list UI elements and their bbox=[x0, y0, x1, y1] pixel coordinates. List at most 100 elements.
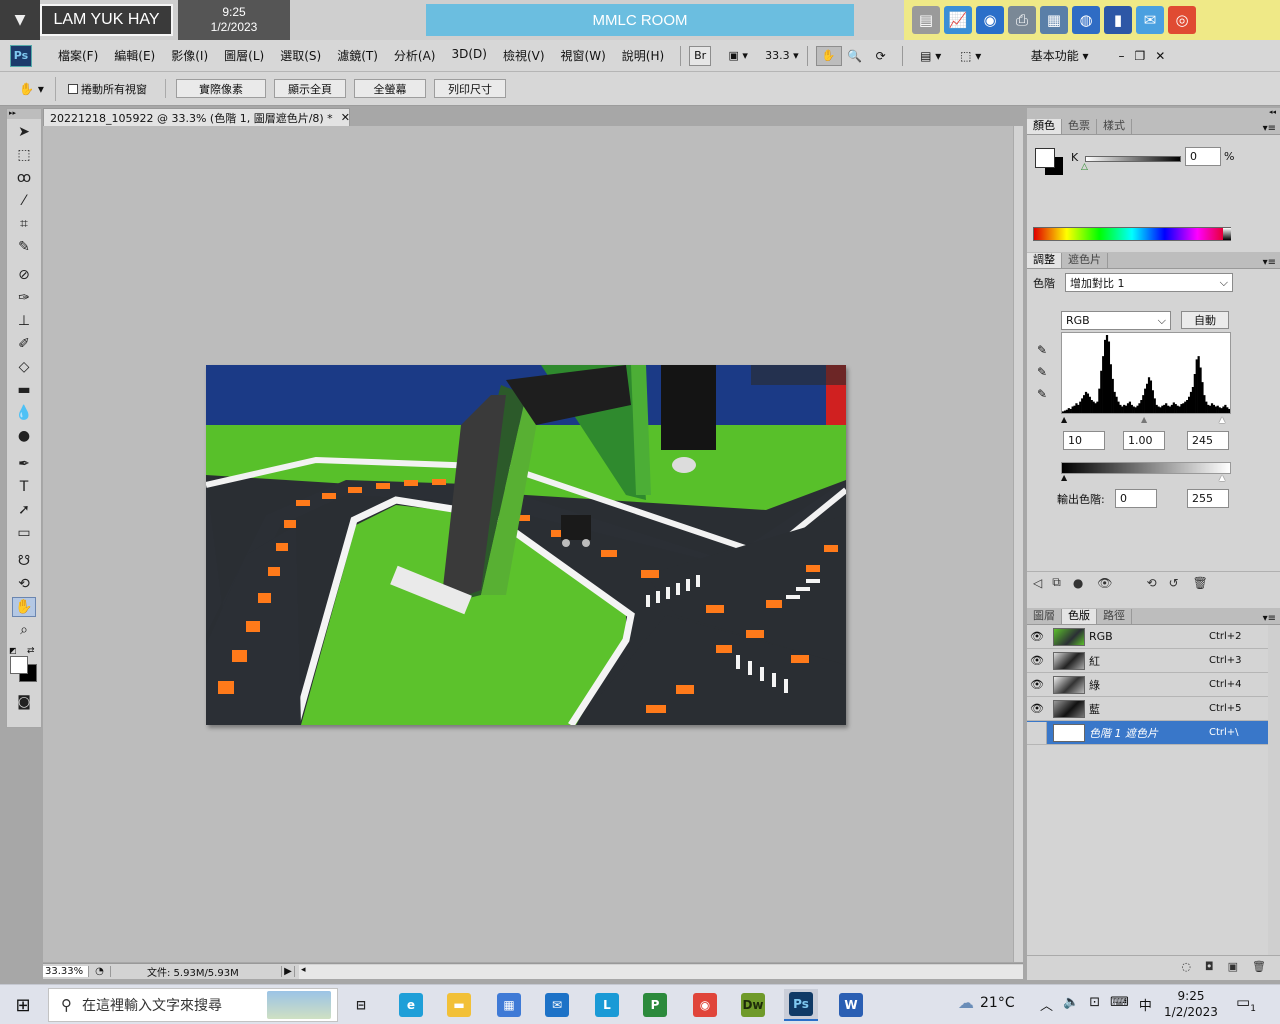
eye-icon[interactable]: 👁 bbox=[1027, 650, 1047, 672]
history-brush-tool-icon[interactable]: ✐ bbox=[12, 334, 36, 354]
channel-row[interactable]: 色階 1 遮色片 Ctrl+\ bbox=[1027, 721, 1268, 745]
reset-icon[interactable]: ↺ bbox=[1169, 576, 1179, 590]
blur-tool-icon[interactable]: 💧 bbox=[12, 403, 36, 423]
clone-stamp-tool-icon[interactable]: ⊥ bbox=[12, 311, 36, 331]
k-value-field[interactable]: 0 bbox=[1185, 147, 1221, 166]
input-slider[interactable]: ▲ ▲ ▲ bbox=[1061, 415, 1231, 424]
gradient-tool-icon[interactable]: ▬ bbox=[12, 380, 36, 400]
path-selection-tool-icon[interactable]: ➚ bbox=[12, 500, 36, 520]
menu-item-4[interactable]: 選取(S) bbox=[272, 47, 329, 64]
new-channel-icon[interactable]: ▣ bbox=[1228, 960, 1238, 973]
menu-item-2[interactable]: 影像(I) bbox=[163, 47, 216, 64]
input-gamma-field[interactable]: 1.00 bbox=[1123, 431, 1165, 450]
book-icon[interactable]: ▮ bbox=[1104, 6, 1132, 34]
channel-row[interactable]: 👁 綠 Ctrl+4 bbox=[1027, 673, 1268, 697]
auto-button[interactable]: 自動 bbox=[1181, 311, 1229, 329]
file-explorer-icon[interactable]: ▬ bbox=[442, 989, 476, 1021]
view-button-3[interactable]: 列印尺寸 bbox=[434, 79, 506, 98]
menu-item-1[interactable]: 編輯(E) bbox=[106, 47, 163, 64]
arrange-documents-button[interactable]: ▤ ▾ bbox=[911, 49, 951, 63]
tray-chevron-icon[interactable]: ︿ bbox=[1040, 995, 1053, 1014]
keyboard-icon[interactable]: ⌨ bbox=[1110, 995, 1129, 1014]
eraser-tool-icon[interactable]: ◇ bbox=[12, 357, 36, 377]
crop-tool-icon[interactable]: ⌗ bbox=[12, 214, 36, 234]
output-slider[interactable]: ▲ ▲ bbox=[1061, 473, 1231, 482]
vertical-scrollbar[interactable] bbox=[1013, 126, 1023, 962]
color-tabs-tab-1[interactable]: 色票 bbox=[1062, 119, 1097, 134]
panel-menu-icon[interactable]: ▾≡ bbox=[1263, 257, 1280, 268]
foreground-swatch[interactable] bbox=[1035, 148, 1055, 168]
quick-mask-icon[interactable]: ◙ bbox=[12, 692, 36, 712]
zoom-select[interactable]: 33.3 ▾ bbox=[765, 49, 799, 62]
lifebuoy-icon[interactable]: ◎ bbox=[1168, 6, 1196, 34]
3d-orbit-tool-icon[interactable]: ⟲ bbox=[12, 574, 36, 594]
globe-icon[interactable]: ◍ bbox=[1072, 6, 1100, 34]
menu-item-3[interactable]: 圖層(L) bbox=[216, 47, 272, 64]
chrome-icon[interactable]: ◉ bbox=[688, 989, 722, 1021]
channel-dropdown[interactable]: RGB ⌵ bbox=[1061, 311, 1171, 330]
status-options-icon[interactable]: ◔ bbox=[89, 966, 111, 977]
menu-item-0[interactable]: 檔案(F) bbox=[50, 47, 106, 64]
hand-tool-button[interactable]: ✋ bbox=[815, 45, 842, 66]
notification-center-icon[interactable]: ▭1 bbox=[1236, 993, 1256, 1014]
menu-item-5[interactable]: 濾鏡(T) bbox=[329, 47, 386, 64]
eye-icon[interactable]: 👁 bbox=[1027, 674, 1047, 696]
save-selection-icon[interactable]: ◘ bbox=[1205, 960, 1214, 973]
zoom-readout[interactable]: 33.33% bbox=[43, 966, 89, 977]
white-point-eyedropper-icon[interactable]: ✎ bbox=[1037, 383, 1047, 405]
rotate-view-button[interactable]: ⟳ bbox=[868, 49, 894, 63]
black-point-eyedropper-icon[interactable]: ✎ bbox=[1037, 339, 1047, 361]
l-app-icon[interactable]: L bbox=[590, 989, 624, 1021]
menu-item-10[interactable]: 說明(H) bbox=[614, 47, 672, 64]
layers-tabs-tab-2[interactable]: 路徑 bbox=[1097, 609, 1132, 624]
white-output-handle-icon[interactable]: ▲ bbox=[1219, 473, 1225, 482]
screen-mode-menu[interactable]: ⬚ ▾ bbox=[951, 49, 991, 63]
foreground-color-swatch[interactable] bbox=[10, 656, 28, 674]
eye-icon[interactable]: 👁 bbox=[1027, 698, 1047, 720]
taskbar-search-box[interactable]: ⚲ 在這裡輸入文字來搜尋 bbox=[48, 988, 338, 1022]
hidden-eye-box[interactable] bbox=[1027, 721, 1047, 744]
output-white-field[interactable]: 255 bbox=[1187, 489, 1229, 508]
weather-widget[interactable]: ☁ 21°C bbox=[958, 993, 1015, 1012]
mail-icon[interactable]: ✉ bbox=[540, 989, 574, 1021]
layers-tabs-tab-0[interactable]: 圖層 bbox=[1027, 609, 1062, 624]
3d-rotate-tool-icon[interactable]: ☋ bbox=[12, 551, 36, 571]
menu-item-6[interactable]: 分析(A) bbox=[386, 47, 444, 64]
expand-view-icon[interactable]: ⧉ bbox=[1052, 575, 1061, 590]
gray-point-eyedropper-icon[interactable]: ✎ bbox=[1037, 361, 1047, 383]
k-slider[interactable] bbox=[1085, 156, 1181, 162]
workspace-switcher[interactable]: 基本功能 ▾ bbox=[1031, 47, 1089, 64]
document-image[interactable] bbox=[205, 365, 851, 727]
color-spectrum-bar[interactable] bbox=[1033, 227, 1231, 241]
menu-item-7[interactable]: 3D(D) bbox=[443, 47, 494, 64]
dreamweaver-icon[interactable]: Dw bbox=[736, 989, 770, 1021]
scroll-all-checkbox[interactable] bbox=[68, 83, 78, 94]
eyedropper-tool-icon[interactable]: ✎ bbox=[12, 237, 36, 257]
back-arrow-icon[interactable]: ◁ bbox=[1033, 576, 1042, 590]
dock-collapse-icon[interactable]: ◂◂ bbox=[1027, 108, 1280, 118]
task-view-icon[interactable]: ⊟ bbox=[344, 989, 378, 1021]
input-white-field[interactable]: 245 bbox=[1187, 431, 1229, 450]
shape-tool-icon[interactable]: ▭ bbox=[12, 523, 36, 543]
zoom-tool-button[interactable]: 🔍 bbox=[842, 49, 868, 63]
color-tabs-tab-2[interactable]: 樣式 bbox=[1097, 119, 1132, 134]
chart-icon[interactable]: 📈 bbox=[944, 6, 972, 34]
eye-icon[interactable]: 👁 bbox=[1027, 626, 1047, 648]
brush-tool-icon[interactable]: ✑ bbox=[12, 288, 36, 308]
windows-start-icon[interactable]: ⊞ bbox=[6, 989, 40, 1021]
window-icon[interactable]: ▦ bbox=[1040, 6, 1068, 34]
black-input-handle-icon[interactable]: ▲ bbox=[1061, 415, 1067, 424]
visibility-toggle-icon[interactable]: 👁 bbox=[1097, 576, 1112, 590]
delete-adjustment-icon[interactable]: 🗑 bbox=[1193, 576, 1208, 590]
marquee-tool-icon[interactable]: ⬚ bbox=[12, 145, 36, 165]
input-black-field[interactable]: 10 bbox=[1063, 431, 1105, 450]
bridge-button[interactable]: Br bbox=[689, 45, 712, 66]
view-button-0[interactable]: 實際像素 bbox=[176, 79, 266, 98]
preset-dropdown[interactable]: 增加對比 1 ⌵ bbox=[1065, 273, 1233, 292]
photoshop-icon[interactable]: Ps bbox=[784, 989, 818, 1021]
k-slider-handle-icon[interactable]: △ bbox=[1081, 162, 1088, 172]
disc-icon[interactable]: ◉ bbox=[976, 6, 1004, 34]
menu-item-9[interactable]: 視窗(W) bbox=[553, 47, 614, 64]
view-button-1[interactable]: 顯示全頁 bbox=[274, 79, 346, 98]
spectrum-bw-ramp[interactable] bbox=[1223, 228, 1231, 240]
